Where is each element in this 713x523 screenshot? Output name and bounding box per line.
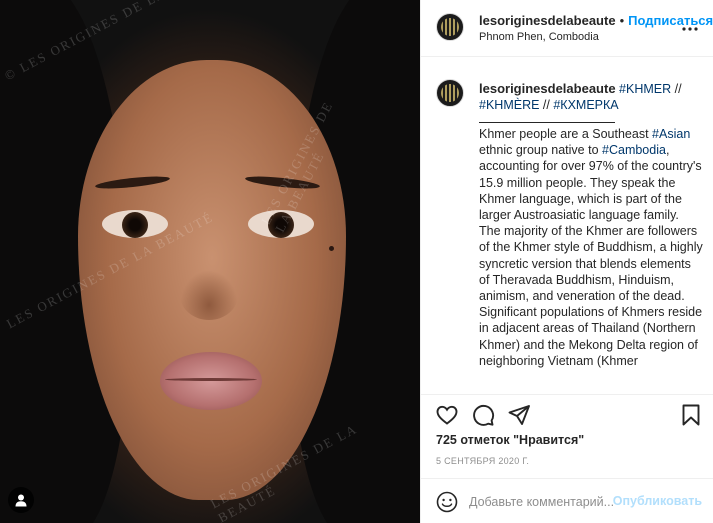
divider-line: [479, 122, 615, 123]
caption-area: lesoriginesdelabeaute #KHMER // #KHMÈRE …: [421, 58, 713, 394]
hashtag-link[interactable]: #КХМЕРКА: [553, 98, 618, 112]
caption-first-line: lesoriginesdelabeaute #KHMER // #KHMÈRE …: [479, 81, 701, 113]
nose: [180, 270, 238, 320]
header-user-line: lesoriginesdelabeaute • Подписаться: [479, 13, 713, 28]
lip-line: [165, 378, 257, 381]
caption-paragraph: The majority of the Khmer are followers …: [479, 224, 703, 368]
post-comment-button[interactable]: Опубликовать: [613, 494, 702, 508]
caption-username[interactable]: lesoriginesdelabeaute: [479, 81, 616, 96]
heart-icon[interactable]: [435, 403, 459, 427]
header-username[interactable]: lesoriginesdelabeaute: [479, 13, 616, 28]
left-eye: [102, 210, 168, 238]
location-link[interactable]: Phnom Phen, Combodia: [479, 31, 599, 43]
lips: [160, 352, 262, 410]
post-photo[interactable]: © LES ORIGINES DE LA BEAUTÉ LES ORIGINES…: [0, 0, 420, 523]
hashtag-link[interactable]: #Cambodia: [602, 143, 666, 157]
comment-bar: Опубликовать: [421, 478, 713, 523]
separator-dot: •: [619, 13, 625, 28]
hashtag-link[interactable]: #KHMER: [619, 82, 671, 96]
caption-body: Khmer people are a Southeast #Asian ethn…: [479, 126, 703, 369]
user-icon: [15, 494, 27, 507]
post-date[interactable]: 5 СЕНТЯБРЯ 2020 Г.: [436, 456, 529, 466]
hashtag-link[interactable]: #KHMÈRE: [479, 98, 539, 112]
follow-button[interactable]: Подписаться: [628, 13, 713, 28]
comment-icon[interactable]: [471, 403, 495, 427]
share-icon[interactable]: [507, 403, 531, 427]
likes-count[interactable]: 725 отметок "Нравится": [436, 433, 584, 447]
bookmark-icon[interactable]: [679, 403, 703, 427]
mole: [329, 246, 334, 251]
more-options-icon[interactable]: [681, 16, 699, 37]
separator: //: [674, 82, 682, 96]
separator: //: [542, 98, 550, 112]
hashtag-link[interactable]: #Asian: [652, 127, 690, 141]
emoji-icon[interactable]: [436, 491, 458, 513]
caption-paragraph: Khmer people are a Southeast #Asian ethn…: [479, 127, 702, 223]
caption-avatar[interactable]: [436, 79, 464, 107]
post-header: lesoriginesdelabeaute • Подписаться Phnom …: [421, 0, 713, 57]
user-tag-button[interactable]: [8, 487, 34, 513]
comment-input[interactable]: [469, 491, 617, 513]
action-bar: [421, 394, 713, 430]
post-panel: lesoriginesdelabeaute • Подписаться Phnom …: [420, 0, 713, 523]
avatar[interactable]: [436, 13, 464, 41]
